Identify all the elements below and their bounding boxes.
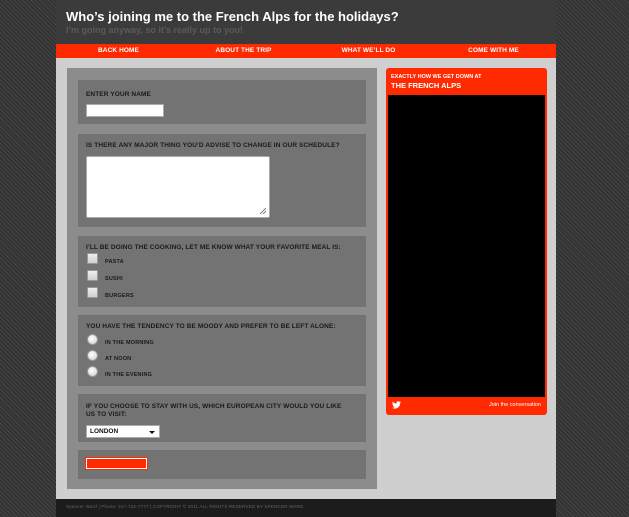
page: Who’s joining me to the French Alps for … <box>56 0 556 517</box>
advice-textarea[interactable] <box>86 156 270 218</box>
radio-button[interactable] <box>87 366 98 377</box>
option-label: BURGERS <box>105 293 134 299</box>
city-section: IF YOU CHOOSE TO STAY WITH US, WHICH EUR… <box>78 394 366 442</box>
twitter-widget: EXACTLY HOW WE GET DOWN AT THE FRENCH AL… <box>386 68 547 415</box>
checkbox[interactable] <box>87 270 98 281</box>
city-selected-value: LONDON <box>90 428 119 435</box>
page-subtitle: I’m going anyway, so it’s really up to y… <box>66 25 244 35</box>
moody-section: YOU HAVE THE TENDENCY TO BE MOODY AND PR… <box>78 315 366 386</box>
option-label: PASTA <box>105 259 124 265</box>
submit-section <box>78 450 366 479</box>
name-section: ENTER YOUR NAME <box>78 80 366 124</box>
chevron-down-icon <box>149 431 155 434</box>
option-label: IN THE EVENING <box>105 372 153 378</box>
nav-bar: BACK HOME ABOUT THE TRIP WHAT WE’LL DO C… <box>56 44 556 58</box>
city-label-line-2: US TO VISIT: <box>86 411 127 418</box>
submit-button[interactable] <box>85 457 148 470</box>
radio-button[interactable] <box>87 350 98 361</box>
widget-kicker: EXACTLY HOW WE GET DOWN AT <box>391 74 482 80</box>
nav-item-about-the-trip[interactable]: ABOUT THE TRIP <box>181 44 306 58</box>
twitter-bird-icon[interactable] <box>392 401 401 409</box>
advice-section: IS THERE ANY MAJOR THING YOU’D ADVISE TO… <box>78 134 366 227</box>
page-title: Who’s joining me to the French Alps for … <box>66 9 399 24</box>
advice-label: IS THERE ANY MAJOR THING YOU’D ADVISE TO… <box>86 142 340 149</box>
option-label: AT NOON <box>105 356 132 362</box>
option-label: SUSHI <box>105 276 123 282</box>
nav-item-come-with-me[interactable]: COME WITH ME <box>431 44 556 58</box>
name-input[interactable] <box>86 104 164 117</box>
header: Who’s joining me to the French Alps for … <box>56 0 556 44</box>
radio-button[interactable] <box>87 334 98 345</box>
widget-title: THE FRENCH ALPS <box>391 81 462 90</box>
moody-label: YOU HAVE THE TENDENCY TO BE MOODY AND PR… <box>86 323 336 330</box>
option-label: IN THE MORNING <box>105 340 154 346</box>
checkbox[interactable] <box>87 253 98 264</box>
footer: Spencer Ward | Phone: 317-722-7777 | COP… <box>56 499 556 517</box>
nav-item-back-home[interactable]: BACK HOME <box>56 44 181 58</box>
join-conversation-link[interactable]: Join the conversation <box>489 402 541 408</box>
widget-feed <box>388 95 545 397</box>
checkbox[interactable] <box>87 287 98 298</box>
resize-grip-icon[interactable] <box>260 208 266 214</box>
footer-copyright: Spencer Ward | Phone: 317-722-7777 | COP… <box>66 504 304 509</box>
city-select[interactable]: LONDON <box>86 425 160 438</box>
name-label: ENTER YOUR NAME <box>86 91 151 98</box>
signup-form: ENTER YOUR NAME IS THERE ANY MAJOR THING… <box>67 68 377 489</box>
meal-label: I’LL BE DOING THE COOKING, LET ME KNOW W… <box>86 244 341 251</box>
meal-section: I’LL BE DOING THE COOKING, LET ME KNOW W… <box>78 236 366 307</box>
nav-item-what-well-do[interactable]: WHAT WE’LL DO <box>306 44 431 58</box>
